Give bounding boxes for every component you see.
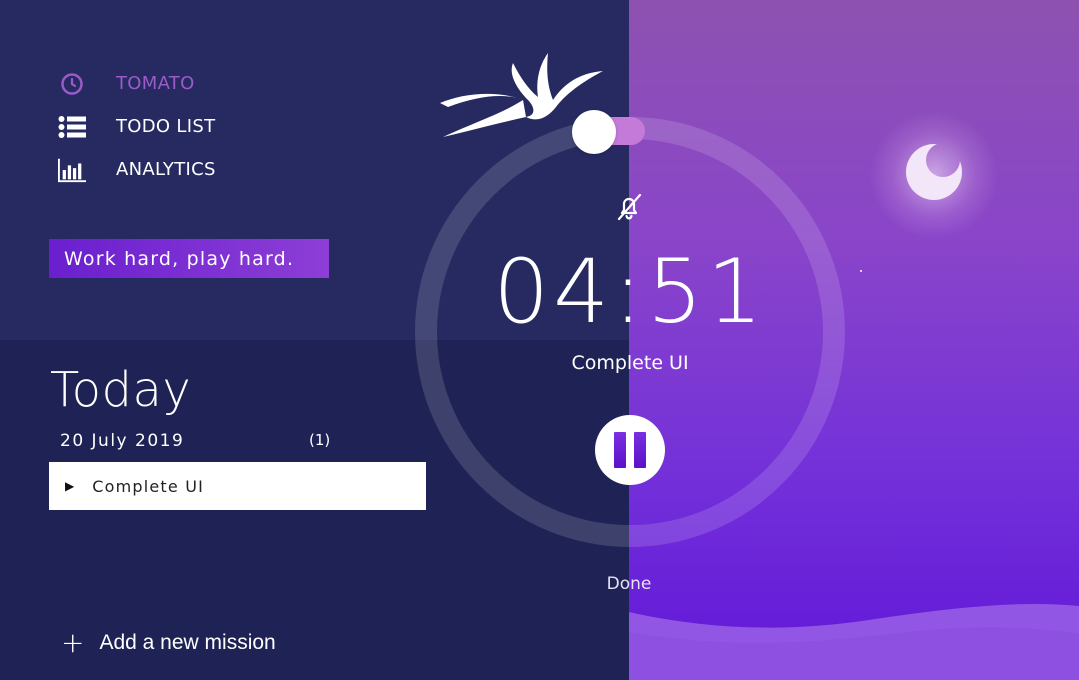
add-mission-button[interactable]: + Add a new mission [61, 629, 276, 657]
pause-icon [610, 432, 650, 468]
main-nav: TOMATO TODO LIST ANALYTICS [58, 62, 216, 191]
brush-stroke-decoration [440, 53, 603, 137]
nav-item-analytics[interactable]: ANALYTICS [58, 148, 216, 191]
bell-off-icon[interactable] [613, 191, 645, 223]
nav-label: TODO LIST [116, 116, 216, 137]
task-row[interactable]: ▶ Complete UI [49, 462, 426, 510]
task-count: (1) [309, 431, 331, 449]
current-task-name: Complete UI [571, 352, 689, 374]
timer-display: 04:51 [493, 240, 767, 343]
motto-banner: Work hard, play hard. [49, 239, 329, 278]
play-icon[interactable]: ▶ [65, 479, 74, 493]
nav-item-todo-list[interactable]: TODO LIST [58, 105, 216, 148]
clock-icon [58, 70, 86, 98]
add-mission-label: Add a new mission [99, 631, 276, 654]
today-title: Today [50, 362, 192, 418]
done-button[interactable]: Done [579, 574, 679, 594]
star [860, 270, 862, 272]
bar-chart-icon [58, 156, 86, 184]
nav-label: ANALYTICS [116, 159, 216, 180]
moon-icon [906, 144, 962, 200]
wave-decoration [629, 603, 1079, 680]
plus-icon: + [61, 626, 85, 659]
nav-label: TOMATO [116, 73, 195, 94]
task-name: Complete UI [92, 476, 205, 496]
list-icon [58, 113, 86, 141]
pause-button[interactable] [595, 415, 665, 485]
nav-item-tomato[interactable]: TOMATO [58, 62, 216, 105]
today-date: 20 July 2019 [60, 431, 185, 451]
